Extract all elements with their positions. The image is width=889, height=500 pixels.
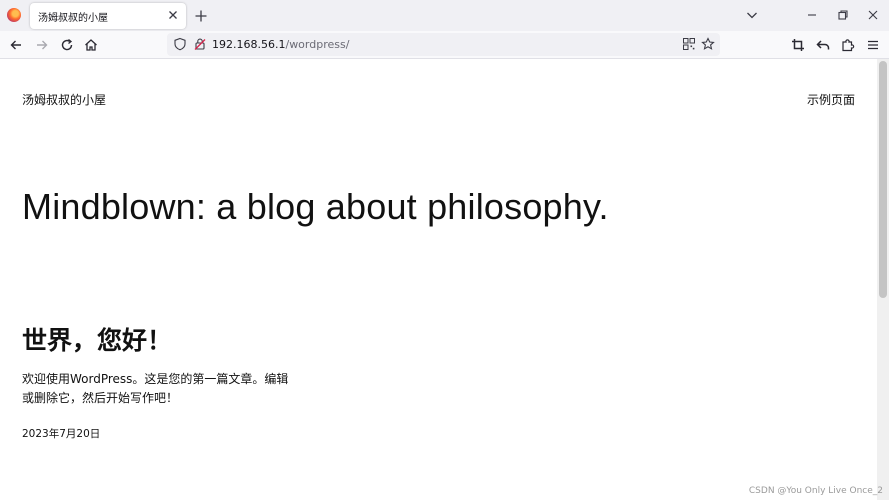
page-heading: Mindblown: a blog about philosophy.	[22, 186, 609, 227]
restore-icon[interactable]	[836, 8, 850, 22]
scrollbar-thumb[interactable]	[879, 61, 887, 298]
home-icon[interactable]	[83, 37, 99, 53]
insecure-lock-icon[interactable]	[193, 37, 209, 53]
post-excerpt-line: 欢迎使用WordPress。这是您的第一篇文章。编辑	[22, 372, 289, 386]
post-date-link[interactable]: 2023年7月20日	[22, 426, 100, 441]
back-arrow-icon[interactable]	[8, 37, 24, 53]
url-path: /wordpress/	[285, 38, 350, 51]
hamburger-menu-icon[interactable]	[865, 37, 881, 53]
post-excerpt: 欢迎使用WordPress。这是您的第一篇文章。编辑 或删除它，然后开始写作吧！	[22, 370, 292, 408]
shield-icon[interactable]	[173, 37, 189, 53]
web-page: 汤姆叔叔的小屋 示例页面 Mindblown: a blog about phi…	[0, 59, 877, 500]
close-icon[interactable]	[166, 8, 180, 22]
tab-strip: 汤姆叔叔的小屋	[0, 0, 889, 31]
watermark: CSDN @You Only Live Once_2	[748, 486, 883, 496]
close-icon[interactable]	[866, 8, 880, 22]
firefox-logo-icon[interactable]	[7, 8, 21, 22]
url-host: 192.168.56.1	[212, 38, 286, 51]
screenshot-crop-icon[interactable]	[790, 37, 806, 53]
url-text[interactable]: 192.168.56.1/wordpress/	[212, 38, 349, 51]
browser-tab[interactable]: 汤姆叔叔的小屋	[30, 3, 186, 29]
bookmark-star-icon[interactable]	[701, 37, 717, 53]
site-title-link[interactable]: 汤姆叔叔的小屋	[22, 91, 106, 108]
navigation-toolbar: 192.168.56.1/wordpress/	[0, 31, 889, 59]
chevron-down-icon[interactable]	[745, 8, 759, 22]
post-excerpt-line: 或删除它，然后开始写作吧！	[22, 391, 179, 405]
address-bar[interactable]: 192.168.56.1/wordpress/	[167, 33, 720, 56]
post-title-link[interactable]: 世界，您好！	[22, 321, 172, 357]
undo-arrow-icon[interactable]	[815, 37, 831, 53]
forward-arrow-icon[interactable]	[34, 37, 50, 53]
plus-icon[interactable]	[193, 8, 209, 24]
qr-code-icon[interactable]	[682, 37, 698, 53]
vertical-scrollbar[interactable]	[877, 59, 889, 500]
extensions-puzzle-icon[interactable]	[840, 37, 856, 53]
reload-icon[interactable]	[59, 37, 75, 53]
minimize-icon[interactable]	[805, 8, 819, 22]
nav-link-sample-page[interactable]: 示例页面	[807, 91, 855, 108]
tab-title: 汤姆叔叔的小屋	[38, 13, 108, 24]
